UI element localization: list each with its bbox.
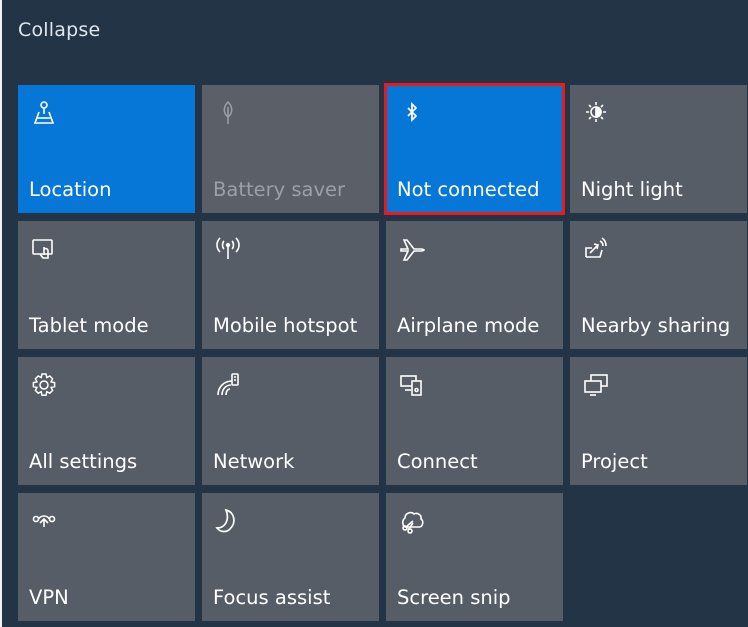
tile-screen-snip-label: Screen snip (397, 586, 511, 609)
tile-bluetooth[interactable]: Not connected (384, 83, 565, 215)
tile-airplane-mode-label: Airplane mode (397, 314, 540, 337)
tile-network-label: Network (213, 450, 295, 473)
tablet-mode-icon (30, 235, 58, 263)
tile-project-label: Project (581, 450, 648, 473)
tile-tablet-mode-label: Tablet mode (29, 314, 149, 337)
night-light-icon (582, 99, 610, 127)
tile-mobile-hotspot-label: Mobile hotspot (213, 314, 358, 337)
tile-all-settings-label: All settings (29, 450, 138, 473)
quick-actions-grid: Location Battery saver Not connected Nig… (18, 83, 747, 621)
tile-connect-label: Connect (397, 450, 478, 473)
tile-vpn-label: VPN (29, 586, 69, 609)
network-icon (214, 371, 242, 399)
project-icon (582, 371, 610, 399)
nearby-sharing-icon (582, 235, 610, 263)
airplane-icon (398, 235, 426, 263)
tile-night-light[interactable]: Night light (570, 85, 747, 213)
focus-assist-icon (214, 507, 242, 535)
location-icon (30, 99, 58, 127)
tile-location-label: Location (29, 178, 112, 201)
tile-nearby-sharing[interactable]: Nearby sharing (570, 221, 747, 349)
action-center-panel: Collapse Location Battery saver Not conn… (0, 0, 748, 627)
tile-location[interactable]: Location (18, 85, 195, 213)
vpn-icon (30, 507, 58, 535)
tile-bluetooth-label: Not connected (397, 178, 540, 201)
tile-focus-assist-label: Focus assist (213, 586, 331, 609)
tile-nearby-sharing-label: Nearby sharing (581, 314, 731, 337)
tile-tablet-mode[interactable]: Tablet mode (18, 221, 195, 349)
battery-saver-icon (214, 99, 242, 127)
tile-airplane-mode[interactable]: Airplane mode (386, 221, 563, 349)
tile-focus-assist[interactable]: Focus assist (202, 493, 379, 621)
tile-night-light-label: Night light (581, 178, 683, 201)
connect-icon (398, 371, 426, 399)
empty-slot (570, 493, 747, 621)
tile-vpn[interactable]: VPN (18, 493, 195, 621)
tile-network[interactable]: Network (202, 357, 379, 485)
tile-all-settings[interactable]: All settings (18, 357, 195, 485)
tile-battery-saver-label: Battery saver (213, 178, 346, 201)
collapse-link[interactable]: Collapse (18, 19, 100, 41)
mobile-hotspot-icon (214, 235, 242, 263)
tile-mobile-hotspot[interactable]: Mobile hotspot (202, 221, 379, 349)
screen-snip-icon (398, 507, 426, 535)
gear-icon (30, 371, 58, 399)
tile-project[interactable]: Project (570, 357, 747, 485)
tile-connect[interactable]: Connect (386, 357, 563, 485)
tile-battery-saver[interactable]: Battery saver (202, 85, 379, 213)
tile-screen-snip[interactable]: Screen snip (386, 493, 563, 621)
bluetooth-icon (398, 99, 426, 127)
